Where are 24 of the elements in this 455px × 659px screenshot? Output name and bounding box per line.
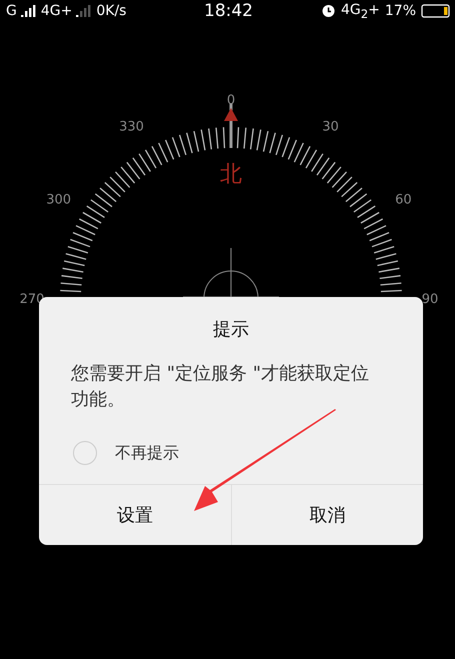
- degree-label: 0: [226, 93, 236, 108]
- dialog-button[interactable]: 取消: [230, 485, 423, 545]
- speed-label: 0K/s: [96, 3, 126, 19]
- dialog-message: 您需要开启 "定位服务 "才能获取定位功能。: [71, 362, 370, 412]
- degree-label: 60: [395, 192, 412, 208]
- network-label: 4G+: [40, 3, 72, 19]
- degree-label: 330: [119, 120, 144, 135]
- north-label: 北: [220, 162, 242, 187]
- degree-label: 90: [422, 292, 438, 307]
- dialog-title: 提示: [213, 318, 249, 341]
- signal-icon: [76, 5, 92, 17]
- checkbox-circle[interactable]: [73, 441, 97, 465]
- alarm-clock-icon: [320, 3, 336, 18]
- degree-label: 30: [322, 120, 339, 135]
- network-label: 4G$_{2}$+: [340, 2, 380, 20]
- battery-icon: [421, 4, 451, 18]
- north-pointer: [224, 103, 238, 148]
- signal-icon: [20, 5, 37, 17]
- carrier-label: G: [6, 3, 17, 19]
- dialog-button[interactable]: 设置: [39, 485, 230, 545]
- battery-percent: 17%: [384, 2, 416, 19]
- degree-label: 300: [46, 192, 72, 208]
- status-time: 18:42: [204, 1, 253, 21]
- dont-remind-checkbox[interactable]: 不再提示: [73, 441, 179, 465]
